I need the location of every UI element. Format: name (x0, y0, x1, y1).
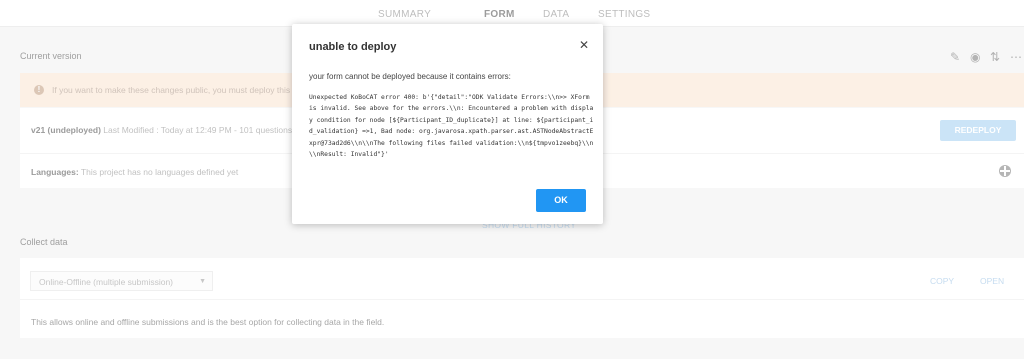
ok-button[interactable]: OK (536, 189, 586, 212)
error-modal: unable to deploy ✕ your form cannot be d… (292, 24, 603, 224)
error-details: Unexpected KoBoCAT error 400: b'{"detail… (309, 94, 594, 159)
modal-message: your form cannot be deployed because it … (309, 72, 511, 81)
modal-title: unable to deploy (309, 41, 397, 53)
close-icon[interactable]: ✕ (579, 38, 589, 52)
